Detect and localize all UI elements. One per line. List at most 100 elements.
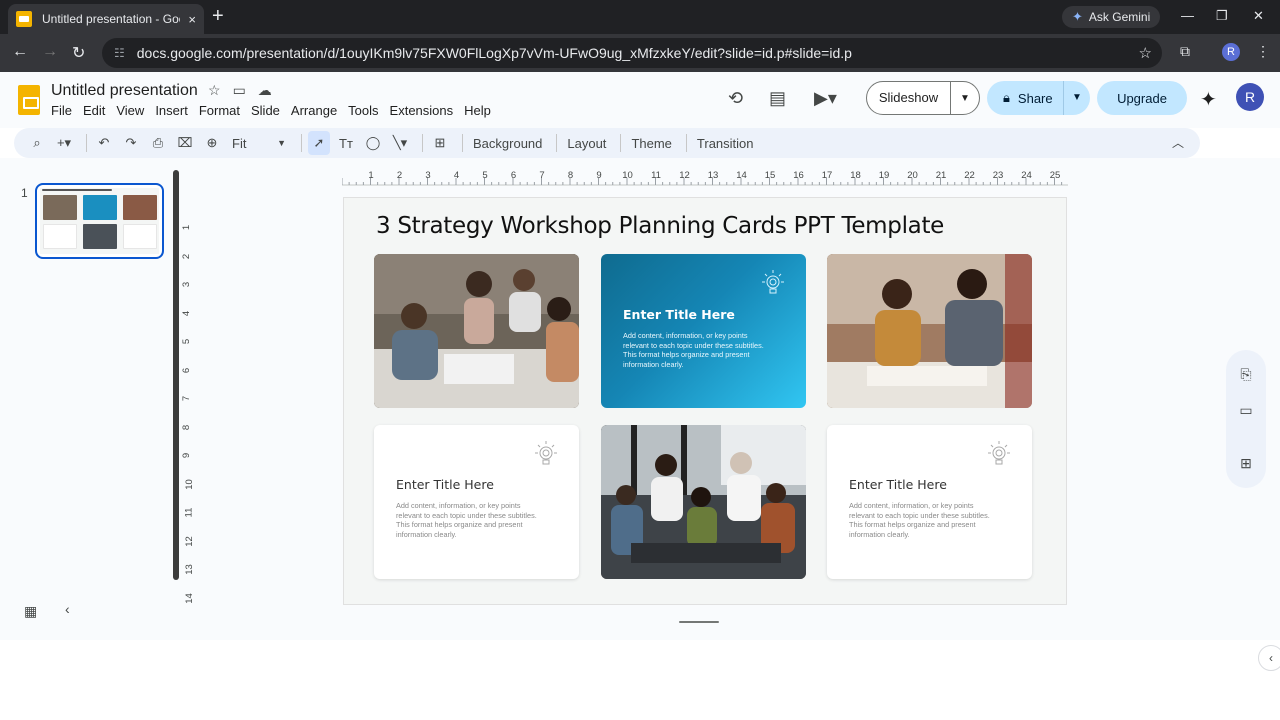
filmstrip-scrollbar[interactable]: [173, 170, 179, 580]
redo-icon[interactable]: ↷: [120, 131, 142, 155]
keep-notes-icon[interactable]: ⎘: [1232, 366, 1260, 383]
menu-file[interactable]: File: [51, 103, 72, 118]
slideshow-dropdown-icon[interactable]: ▼: [951, 93, 979, 104]
share-label: Share: [1017, 90, 1053, 106]
menu-insert[interactable]: Insert: [155, 103, 188, 118]
menu-edit[interactable]: Edit: [83, 103, 105, 118]
new-slide-icon[interactable]: +▾: [53, 131, 75, 155]
theme-button[interactable]: Theme: [627, 136, 675, 151]
ask-gemini-button[interactable]: ✦ Ask Gemini: [1062, 6, 1161, 28]
search-menus-icon[interactable]: ⌕: [26, 131, 48, 155]
url-text[interactable]: docs.google.com/presentation/d/1ouyIKm9l…: [137, 45, 852, 61]
new-tab-button[interactable]: +: [212, 6, 224, 26]
speaker-notes-handle[interactable]: [679, 621, 719, 623]
version-history-icon[interactable]: ⟲: [728, 88, 743, 109]
ruler-label: 9: [596, 170, 602, 181]
maximize-icon[interactable]: ❐: [1216, 8, 1228, 24]
menu-arrange[interactable]: Arrange: [291, 103, 337, 118]
slideshow-button[interactable]: Slideshow ▼: [866, 81, 980, 115]
ruler-label: 23: [992, 170, 1004, 181]
add-media-icon[interactable]: ⊞: [1232, 455, 1260, 472]
card-title[interactable]: Enter Title Here: [623, 307, 735, 322]
ruler-label: 21: [935, 170, 947, 181]
account-avatar[interactable]: R: [1236, 83, 1264, 111]
card-title[interactable]: Enter Title Here: [396, 477, 494, 492]
background-button[interactable]: Background: [469, 136, 546, 151]
card-body[interactable]: Add content, information, or key points …: [849, 501, 999, 539]
browser-menu-icon[interactable]: ⋮: [1256, 43, 1270, 60]
slideshow-label: Slideshow: [867, 82, 951, 114]
slide-title[interactable]: 3 Strategy Workshop Planning Cards PPT T…: [376, 213, 944, 239]
info-card-white-right[interactable]: Enter Title Here Add content, informatio…: [827, 425, 1032, 579]
menu-help[interactable]: Help: [464, 103, 491, 118]
thumb-title: [42, 189, 112, 191]
lightbulb-icon: [535, 441, 557, 465]
ruler-label: 25: [1049, 170, 1061, 181]
minimize-icon[interactable]: —: [1181, 8, 1194, 23]
zoom-select[interactable]: Fit ▼: [228, 131, 290, 155]
vertical-ruler: 1 2 3 4 5 6 7 8 9 10 11 12 13 14: [180, 198, 196, 608]
ruler-label: 9: [181, 452, 193, 459]
document-title[interactable]: Untitled presentation: [51, 82, 198, 100]
slide-canvas[interactable]: 3 Strategy Workshop Planning Cards PPT T…: [343, 197, 1067, 605]
upgrade-button[interactable]: Upgrade: [1097, 81, 1187, 115]
cast-icon[interactable]: ⧉: [1180, 43, 1190, 60]
menu-format[interactable]: Format: [199, 103, 240, 118]
address-bar-row: ← → ↻ ☷ docs.google.com/presentation/d/1…: [0, 34, 1280, 72]
grid-view-icon[interactable]: ▦: [24, 603, 37, 620]
meet-icon[interactable]: ▶▾: [814, 88, 837, 109]
photo-card-office-team[interactable]: [601, 425, 806, 579]
close-window-icon[interactable]: ✕: [1253, 8, 1264, 24]
expand-side-panel-icon[interactable]: ‹: [1258, 645, 1280, 671]
transition-button[interactable]: Transition: [693, 136, 758, 151]
back-icon[interactable]: ←: [12, 43, 28, 61]
slides-favicon-icon: [16, 11, 32, 27]
cloud-status-icon[interactable]: ☁: [258, 82, 272, 99]
ruler-label: 8: [567, 170, 574, 181]
line-icon[interactable]: ╲▾: [389, 131, 411, 155]
menu-tools[interactable]: Tools: [348, 103, 378, 118]
share-button[interactable]: 🔒︎ Share ▼: [987, 81, 1090, 115]
bottom-area: [0, 640, 1280, 720]
comment-add-icon[interactable]: ⊞: [429, 131, 451, 155]
select-tool-icon[interactable]: ➚: [308, 131, 330, 155]
office-team-photo: [601, 425, 806, 579]
print-icon[interactable]: ⎙: [147, 131, 169, 155]
tab-close-icon[interactable]: ×: [188, 12, 196, 27]
site-settings-icon[interactable]: ☷: [114, 46, 125, 60]
menu-slide[interactable]: Slide: [251, 103, 280, 118]
slide-thumbnail[interactable]: [35, 183, 164, 259]
text-box-icon[interactable]: Tт: [335, 131, 357, 155]
share-dropdown-icon[interactable]: ▼: [1063, 81, 1090, 115]
star-icon[interactable]: ☆: [208, 82, 221, 99]
drive-folder-icon[interactable]: ▭: [1232, 402, 1260, 419]
comments-icon[interactable]: ▤: [769, 88, 786, 109]
info-card-white-left[interactable]: Enter Title Here Add content, informatio…: [374, 425, 579, 579]
card-body[interactable]: Add content, information, or key points …: [396, 501, 546, 539]
toolbar-divider: [86, 134, 87, 152]
card-title[interactable]: Enter Title Here: [849, 477, 947, 492]
slides-logo-icon[interactable]: [18, 85, 40, 115]
hide-filmstrip-icon[interactable]: ‹: [65, 601, 70, 617]
paint-format-icon[interactable]: ⌧: [174, 131, 196, 155]
gemini-spark-icon[interactable]: ✦: [1200, 87, 1217, 112]
photo-card-team-meeting[interactable]: [374, 254, 579, 408]
forward-icon[interactable]: →: [42, 43, 58, 61]
browser-tab[interactable]: Untitled presentation - Google ×: [8, 4, 204, 34]
bookmark-star-icon[interactable]: ☆: [1139, 44, 1152, 62]
shape-icon[interactable]: ◯: [362, 131, 384, 155]
layout-button[interactable]: Layout: [563, 136, 610, 151]
menu-view[interactable]: View: [116, 103, 144, 118]
collapse-toolbar-icon[interactable]: ︿: [1172, 134, 1184, 151]
omnibox[interactable]: ☷ docs.google.com/presentation/d/1ouyIKm…: [102, 38, 1162, 68]
reload-icon[interactable]: ↻: [72, 43, 85, 63]
undo-icon[interactable]: ↶: [93, 131, 115, 155]
info-card-blue[interactable]: Enter Title Here Add content, informatio…: [601, 254, 806, 408]
move-folder-icon[interactable]: ▭: [233, 82, 246, 99]
photo-card-collaboration[interactable]: [827, 254, 1032, 408]
ruler-label: 13: [707, 170, 719, 181]
zoom-icon[interactable]: ⊕: [201, 131, 223, 155]
profile-avatar[interactable]: R: [1222, 43, 1240, 61]
card-body[interactable]: Add content, information, or key points …: [623, 331, 773, 369]
menu-extensions[interactable]: Extensions: [390, 103, 454, 118]
